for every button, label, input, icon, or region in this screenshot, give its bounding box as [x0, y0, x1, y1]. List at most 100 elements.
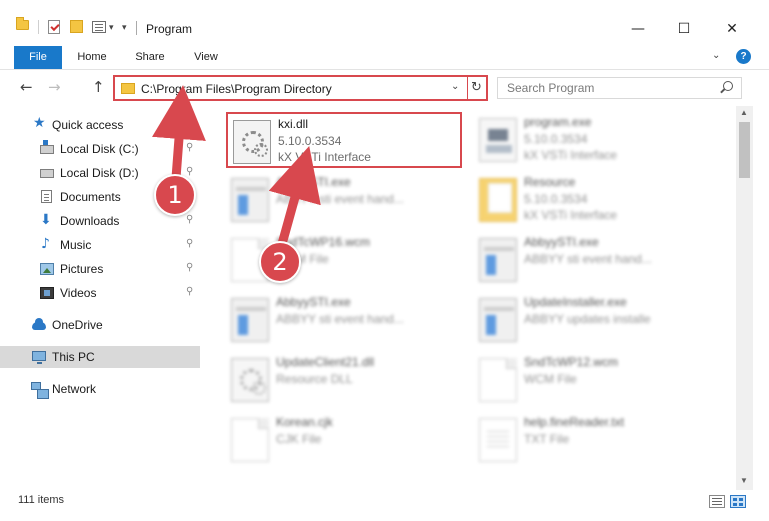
file-version: 5.10.0.3534 [524, 132, 588, 146]
address-bar[interactable]: C:\Program Files\Program Directory ⌄ ↻ [113, 75, 488, 101]
navigation-pane: ★ Quick access Local Disk (C:) ⚲ Local D… [0, 108, 200, 488]
videos-icon [40, 287, 54, 299]
sidebar-item-music[interactable]: ♪ Music ⚲ [0, 234, 200, 256]
file-tile[interactable]: AbbyySTI.exe ABBYY sti event hand... [474, 232, 714, 288]
tab-file[interactable]: File [14, 46, 62, 69]
search-input[interactable] [498, 78, 718, 98]
properties-icon[interactable] [92, 21, 106, 33]
exe-file-icon [231, 178, 269, 222]
file-version: 5.10.0.3534 [524, 192, 588, 206]
properties-check-icon[interactable] [48, 20, 60, 34]
address-separator [467, 77, 468, 99]
file-name: UpdateClient21.dll [276, 355, 375, 369]
vertical-scrollbar[interactable]: ▲ ▼ [736, 106, 753, 490]
details-view-icon[interactable] [709, 495, 725, 508]
file-tile[interactable]: AbbyySTI.exe ABBYY sti event hand... [226, 172, 466, 228]
sidebar-item-label: Local Disk (C:) [60, 142, 139, 156]
file-description: kX VSTi Interface [278, 150, 371, 164]
text-file-icon [479, 418, 517, 462]
search-box[interactable] [497, 77, 742, 99]
forward-arrow-icon[interactable]: → [48, 78, 61, 96]
folder-icon [479, 178, 517, 222]
program-icon [479, 118, 517, 162]
exe-file-icon [231, 298, 269, 342]
title-separator [136, 21, 137, 35]
customize-toolbar-icon[interactable]: ▾ [122, 22, 127, 33]
file-tile[interactable]: Resource 5.10.0.3534 kX VSTi Interface [474, 172, 714, 228]
file-tile[interactable]: UpdateClient21.dll Resource DLL [226, 352, 466, 408]
expand-ribbon-icon[interactable]: ⌄ [712, 50, 720, 61]
scroll-down-icon[interactable]: ▼ [740, 476, 748, 485]
file-name: kxi.dll [278, 117, 309, 131]
pictures-icon [40, 263, 54, 275]
computer-icon [32, 351, 46, 364]
back-arrow-icon[interactable]: ← [20, 78, 33, 96]
star-icon: ★ [33, 115, 46, 131]
tab-view[interactable]: View [186, 46, 226, 69]
sidebar-item-this-pc[interactable]: This PC [0, 346, 200, 368]
close-button[interactable]: ✕ [722, 20, 742, 38]
pin-icon[interactable]: ⚲ [186, 214, 193, 225]
tab-share[interactable]: Share [128, 46, 172, 69]
pin-icon[interactable]: ⚲ [186, 166, 193, 177]
scroll-thumb[interactable] [739, 122, 750, 178]
file-name: help.fineReader.txt [524, 415, 625, 429]
disk-icon [40, 169, 54, 178]
file-name: AbbyySTI.exe [276, 175, 351, 189]
sidebar-item-label: OneDrive [52, 318, 103, 332]
file-description: kX VSTi Interface [524, 148, 617, 162]
sidebar-item-label: Videos [60, 286, 97, 300]
file-name: AbbyySTI.exe [276, 295, 351, 309]
up-arrow-icon[interactable]: ↑ [92, 78, 105, 96]
help-icon[interactable]: ? [736, 49, 751, 64]
sidebar-item-network[interactable]: Network [0, 378, 200, 400]
chevron-down-icon[interactable]: ▾ [109, 22, 114, 33]
sidebar-item-local-disk-c[interactable]: Local Disk (C:) ⚲ [0, 138, 200, 160]
maximize-button[interactable]: ☐ [674, 20, 694, 38]
file-tile[interactable]: SndTcWP12.wcm WCM File [474, 352, 714, 408]
sidebar-item-label: Downloads [60, 214, 120, 228]
annotation-step-1: 1 [154, 174, 196, 216]
file-name: Resource [524, 175, 576, 189]
sidebar-item-label: Local Disk (D:) [60, 166, 139, 180]
pin-icon[interactable]: ⚲ [186, 286, 193, 297]
refresh-icon[interactable]: ↻ [471, 80, 482, 95]
exe-file-icon [479, 298, 517, 342]
folder-icon [16, 17, 29, 30]
file-tile[interactable]: AbbyySTI.exe ABBYY sti event hand... [226, 292, 466, 348]
large-icons-view-icon[interactable] [730, 495, 746, 508]
cloud-icon [32, 318, 46, 330]
sidebar-item-label: Documents [60, 190, 121, 204]
sidebar-item-label: Quick access [52, 118, 124, 132]
sidebar-item-videos[interactable]: Videos ⚲ [0, 282, 200, 304]
sidebar-item-pictures[interactable]: Pictures ⚲ [0, 258, 200, 280]
search-icon[interactable] [723, 81, 733, 91]
file-description: kX VSTi Interface [524, 208, 617, 222]
pin-icon[interactable]: ⚲ [186, 262, 193, 273]
file-type: WCM File [524, 372, 577, 386]
file-tile[interactable]: program.exe 5.10.0.3534 kX VSTi Interfac… [474, 112, 714, 168]
file-list: kxi.dll 5.10.0.3534 kX VSTi Interface pr… [200, 106, 736, 490]
new-folder-icon[interactable] [70, 20, 83, 33]
pin-icon[interactable]: ⚲ [186, 238, 193, 249]
address-dropdown-icon[interactable]: ⌄ [451, 81, 459, 92]
status-bar: 111 items [0, 490, 769, 521]
dll-file-icon [233, 120, 271, 164]
file-tile[interactable]: help.fineReader.txt TXT File [474, 412, 714, 468]
scroll-up-icon[interactable]: ▲ [740, 108, 748, 117]
file-tile-kxi-dll[interactable]: kxi.dll 5.10.0.3534 kX VSTi Interface [226, 112, 462, 168]
network-icon [31, 382, 49, 399]
sidebar-item-onedrive[interactable]: OneDrive [0, 314, 200, 336]
title-bar: ▾ ▾ Program — ☐ ✕ [0, 0, 769, 44]
documents-icon [41, 190, 52, 203]
file-tile[interactable]: Korean.cjk CJK File [226, 412, 466, 468]
sidebar-item-quick-access[interactable]: ★ Quick access [0, 114, 200, 136]
pin-icon[interactable]: ⚲ [186, 142, 193, 153]
file-version: 5.10.0.3534 [278, 134, 342, 148]
address-path[interactable]: C:\Program Files\Program Directory [141, 82, 332, 96]
tab-home[interactable]: Home [70, 46, 114, 69]
file-description: ABBYY sti event hand... [276, 312, 404, 326]
file-icon [231, 418, 269, 462]
minimize-button[interactable]: — [628, 20, 648, 38]
file-tile[interactable]: UpdateInstaller.exe ABBYY updates instal… [474, 292, 714, 348]
